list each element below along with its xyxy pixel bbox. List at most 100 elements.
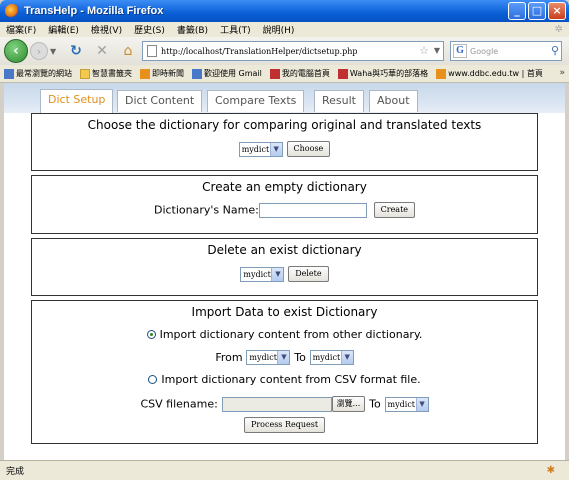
page-icon	[147, 45, 157, 57]
import-data-panel: Import Data to exist Dictionary Import d…	[31, 300, 538, 444]
bookmark-label: 我的電腦首頁	[281, 69, 330, 78]
choose-dictionary-panel: Choose the dictionary for comparing orig…	[31, 113, 538, 171]
menu-bar: 檔案(F) 編輯(E) 檢視(V) 歷史(S) 書籤(B) 工具(T) 說明(H…	[0, 22, 569, 37]
bookmark-item[interactable]: Waha與巧華的部落格	[337, 68, 429, 79]
close-button[interactable]: ×	[548, 2, 566, 20]
menu-help[interactable]: 說明(H)	[263, 23, 295, 36]
csv-filename-input[interactable]	[221, 396, 332, 412]
bookmark-star-icon[interactable]: ☆	[419, 44, 429, 57]
bookmark-label: 即時新聞	[152, 69, 184, 78]
select-value: mydict	[249, 353, 277, 362]
minimize-button[interactable]: _	[508, 2, 526, 20]
chevron-down-icon: ▼	[277, 351, 290, 364]
menu-history[interactable]: 歷史(S)	[134, 23, 165, 36]
rss-icon	[140, 68, 150, 79]
process-request-button[interactable]: Process Request	[243, 417, 326, 433]
google-icon[interactable]: G	[453, 44, 467, 58]
dictionary-name-label: Dictionary's Name:	[153, 203, 259, 217]
import-from-csv-radio[interactable]	[148, 375, 158, 384]
create-dictionary-title: Create an empty dictionary	[202, 180, 367, 194]
bookmark-item[interactable]: 我的電腦首頁	[269, 68, 330, 79]
tab-about[interactable]: About	[369, 90, 418, 112]
back-button[interactable]: ‹	[4, 39, 28, 63]
choose-dictionary-title: Choose the dictionary for comparing orig…	[87, 118, 482, 132]
delete-dictionary-select[interactable]: mydict ▼	[240, 266, 285, 282]
tab-bar: Dict Setup Dict Content Compare Texts Re…	[4, 83, 565, 113]
bookmark-item[interactable]: 最常瀏覽的網站	[4, 68, 72, 79]
csv-filename-label: CSV filename:	[140, 397, 218, 411]
page-content: Dict Setup Dict Content Compare Texts Re…	[4, 83, 565, 460]
to-label: To	[294, 351, 306, 364]
choose-dictionary-select[interactable]: mydict ▼	[238, 141, 283, 157]
delete-dictionary-panel: Delete an exist dictionary mydict ▼ Delet…	[31, 238, 538, 296]
bookmark-label: www.ddbc.edu.tw | 首頁	[448, 69, 543, 78]
bookmark-icon	[337, 68, 348, 79]
status-text: 完成	[6, 467, 25, 477]
browse-button[interactable]: 瀏覽...	[331, 396, 366, 412]
bookmark-label: 智慧書籤夾	[92, 69, 132, 78]
url-text: http://localhost/TranslationHelper/dicts…	[161, 46, 358, 56]
from-dictionary-select[interactable]: mydict ▼	[246, 350, 291, 365]
bookmark-label: 最常瀏覽的網站	[16, 69, 72, 78]
bookmarks-toolbar: 最常瀏覽的網站 智慧書籤夾 即時新聞 歡迎使用 Gmail 我的電腦首頁 Wah…	[0, 65, 569, 83]
bookmark-item[interactable]: 即時新聞	[140, 68, 184, 79]
search-icon[interactable]: ⚲	[551, 44, 559, 57]
chevron-down-icon: ▼	[415, 397, 428, 411]
select-value: mydict	[241, 144, 270, 154]
navigation-toolbar: ‹ › ▼ ↻ ✕ ⌂ http://localhost/Translation…	[0, 37, 569, 65]
import-from-csv-label: Import dictionary content from CSV forma…	[161, 373, 421, 386]
delete-button[interactable]: Delete	[288, 266, 329, 282]
tab-dict-content[interactable]: Dict Content	[117, 90, 203, 112]
history-dropdown-icon[interactable]: ▼	[50, 47, 60, 56]
firefox-icon	[5, 4, 19, 18]
menu-view[interactable]: 檢視(V)	[91, 23, 122, 36]
reload-icon[interactable]: ↻	[66, 41, 86, 61]
chevron-down-icon: ▼	[269, 142, 282, 156]
import-data-title: Import Data to exist Dictionary	[191, 305, 378, 319]
chevron-down-icon: ▼	[271, 267, 284, 281]
select-value: mydict	[312, 353, 341, 362]
bookmark-icon	[436, 68, 447, 79]
menu-bookmarks[interactable]: 書籤(B)	[177, 23, 208, 36]
tab-compare-texts[interactable]: Compare Texts	[207, 90, 305, 112]
throbber-icon: ✲	[554, 24, 563, 35]
choose-button[interactable]: Choose	[286, 141, 331, 157]
chevron-down-icon: ▼	[340, 351, 353, 364]
csv-to-label: To	[369, 397, 381, 411]
delete-dictionary-title: Delete an exist dictionary	[207, 243, 362, 257]
menu-tools[interactable]: 工具(T)	[220, 23, 251, 36]
folder-icon	[80, 68, 90, 79]
to-dictionary-select[interactable]: mydict ▼	[309, 350, 354, 365]
create-button[interactable]: Create	[373, 202, 416, 218]
status-icon: ✱	[546, 465, 555, 476]
select-value: mydict	[387, 399, 416, 409]
menu-edit[interactable]: 編輯(E)	[48, 23, 79, 36]
tab-dict-setup[interactable]: Dict Setup	[40, 89, 114, 113]
search-placeholder: Google	[470, 46, 499, 56]
import-from-dictionary-radio[interactable]	[146, 330, 156, 339]
chevron-more-icon[interactable]: »	[559, 68, 565, 78]
url-dropdown-icon[interactable]: ▼	[434, 46, 440, 55]
home-icon[interactable]: ⌂	[118, 41, 138, 61]
create-dictionary-panel: Create an empty dictionary Dictionary's …	[31, 175, 538, 234]
url-bar[interactable]: http://localhost/TranslationHelper/dicts…	[142, 41, 444, 61]
bookmark-item[interactable]: www.ddbc.edu.tw | 首頁	[436, 68, 543, 79]
bookmark-label: Waha與巧華的部落格	[349, 69, 429, 78]
window-controls: _ □ ×	[508, 2, 566, 20]
bookmark-icon	[4, 68, 14, 79]
maximize-button[interactable]: □	[528, 2, 546, 20]
menu-file[interactable]: 檔案(F)	[6, 23, 36, 36]
import-from-dictionary-label: Import dictionary content from other dic…	[159, 328, 423, 341]
bookmark-item[interactable]: 智慧書籤夾	[80, 68, 132, 79]
select-value: mydict	[243, 269, 271, 279]
csv-to-dictionary-select[interactable]: mydict ▼	[384, 396, 429, 412]
stop-icon[interactable]: ✕	[92, 41, 112, 61]
search-box[interactable]: G Google ⚲	[450, 41, 562, 61]
tab-result[interactable]: Result	[314, 90, 364, 112]
window-titlebar: TransHelp - Mozilla Firefox _ □ ×	[0, 0, 569, 22]
status-bar: 完成 ✱	[0, 460, 569, 480]
dictionary-name-input[interactable]	[258, 202, 367, 218]
bookmark-item[interactable]: 歡迎使用 Gmail	[192, 68, 262, 79]
forward-button[interactable]: ›	[30, 42, 48, 60]
bookmark-icon	[269, 68, 280, 79]
